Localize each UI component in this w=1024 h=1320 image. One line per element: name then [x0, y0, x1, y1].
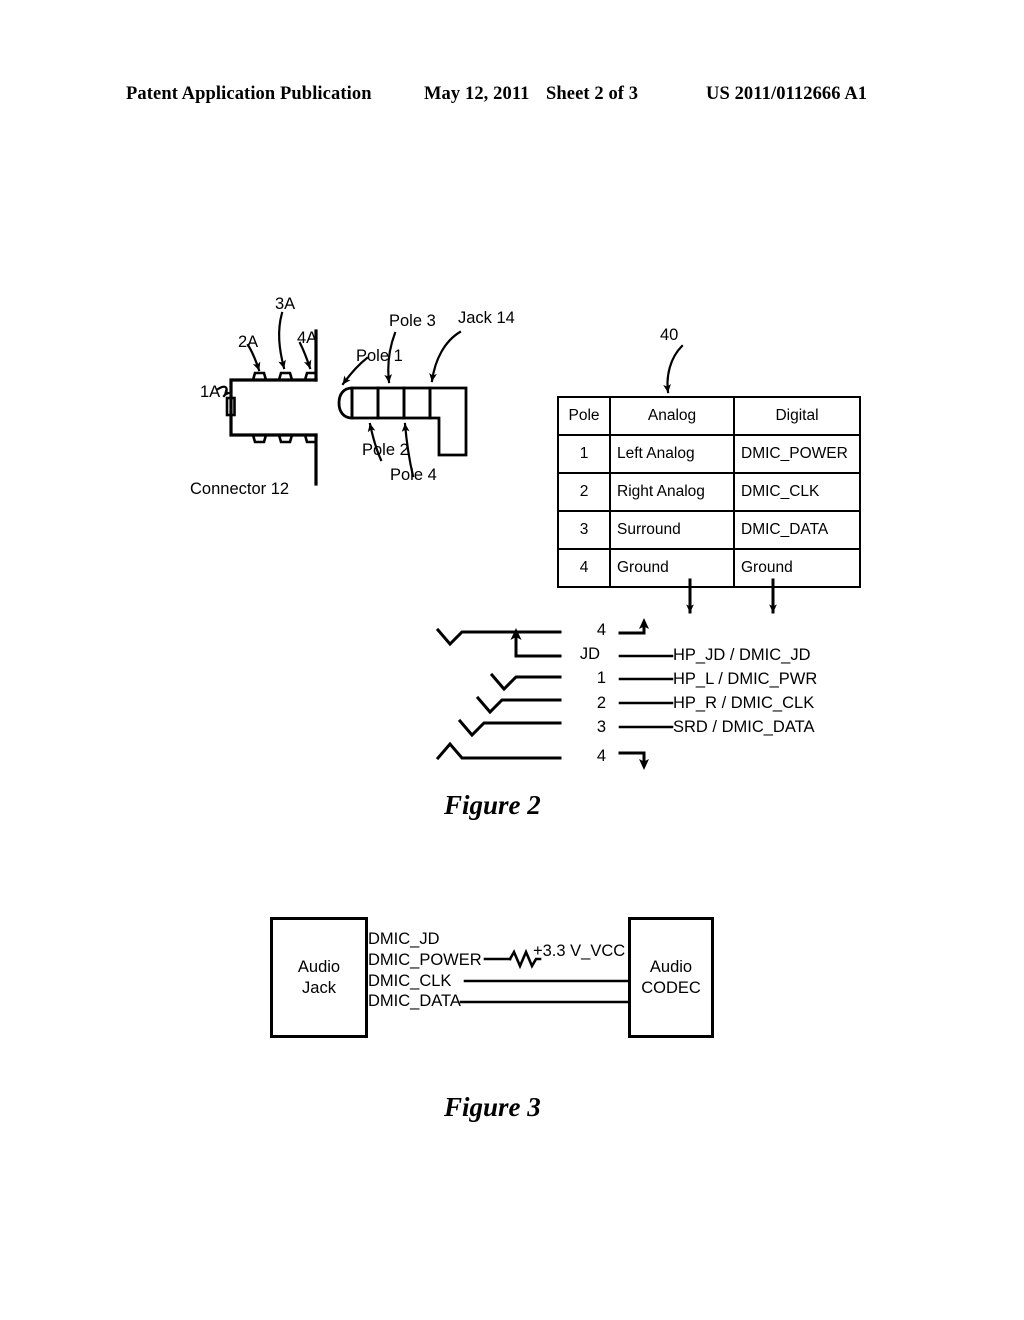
label-pole-1: Pole 1 — [356, 347, 403, 365]
block-audio-jack-line1: Audio — [297, 957, 341, 976]
figure-2-caption: Figure 2 — [444, 790, 541, 820]
header-patent-number: US 2011/0112666 A1 — [706, 84, 868, 104]
leader-3a — [278, 311, 286, 370]
cell-pole: 3 — [557, 510, 611, 550]
cell-digital: DMIC_POWER — [733, 434, 861, 474]
page-header: Patent Application Publication May 12, 2… — [0, 84, 1024, 114]
signal-pin-number: 4 — [596, 621, 606, 639]
label-connector-12: Connector 12 — [190, 480, 290, 498]
label-pole-2: Pole 2 — [362, 441, 409, 459]
header-publication-date: May 12, 2011 — [424, 84, 530, 104]
pin-assignment-table-container: Pole Analog Digital 1 Left Analog DMIC_P… — [557, 396, 861, 588]
label-pole-3: Pole 3 — [389, 312, 436, 330]
signal-pin-number: 4 — [596, 747, 606, 765]
resistor-icon — [508, 948, 542, 970]
leader-table-ref-40 — [663, 344, 684, 394]
figure-3-caption: Figure 3 — [444, 1092, 541, 1122]
header-publication-title: Patent Application Publication — [126, 84, 372, 104]
signal-net-name: HP_JD / DMIC_JD — [673, 646, 811, 664]
spring-contact-2 — [475, 695, 562, 715]
cell-pole: 4 — [557, 548, 611, 588]
column-header-digital: Digital — [733, 396, 861, 436]
cell-analog: Surround — [609, 510, 735, 550]
label-jack-14: Jack 14 — [458, 309, 515, 327]
header-sheet-number: Sheet 2 of 3 — [546, 84, 639, 104]
cell-analog: Right Analog — [609, 472, 735, 512]
label-contact-2a: 2A — [238, 333, 259, 351]
spring-contact-top — [435, 627, 562, 647]
column-header-analog: Analog — [609, 396, 735, 436]
cell-pole: 1 — [557, 434, 611, 474]
spring-contact-bottom — [435, 741, 562, 761]
block-audio-jack-line2: Jack — [302, 978, 336, 997]
pin-assignment-table: Pole Analog Digital 1 Left Analog DMIC_P… — [557, 396, 861, 588]
label-contact-4a: 4A — [297, 329, 318, 347]
spring-contact-3 — [457, 718, 562, 738]
signal-net-name: HP_L / DMIC_PWR — [673, 670, 818, 688]
cell-analog: Left Analog — [609, 434, 735, 474]
signal-net-name: SRD / DMIC_DATA — [673, 718, 815, 736]
spring-contact-1 — [489, 672, 562, 692]
signal-pin-number: 1 — [596, 669, 606, 687]
label-contact-1a: 1A — [200, 383, 221, 401]
connector-body — [229, 329, 318, 486]
signal-pin-number: JD — [579, 645, 600, 663]
table-header-row: Pole Analog Digital — [557, 396, 861, 436]
cell-pole: 2 — [557, 472, 611, 512]
table-row: 1 Left Analog DMIC_POWER — [557, 434, 861, 474]
table-row: 3 Surround DMIC_DATA — [557, 510, 861, 550]
table-row: 2 Right Analog DMIC_CLK — [557, 472, 861, 512]
label-contact-3a: 3A — [275, 295, 296, 313]
block-audio-jack: Audio Jack — [270, 917, 368, 1038]
cell-digital: DMIC_DATA — [733, 510, 861, 550]
figure-3-wiring — [459, 948, 630, 1004]
column-header-pole: Pole — [557, 396, 611, 436]
signal-net-name: HP_R / DMIC_CLK — [673, 694, 815, 712]
leader-jack-14 — [429, 330, 462, 383]
block-audio-jack-label: Audio Jack — [298, 957, 340, 998]
signal-pin-number: 3 — [596, 718, 606, 736]
signal-pin-number: 2 — [596, 694, 606, 712]
label-pole-4: Pole 4 — [390, 466, 437, 484]
cell-digital: DMIC_CLK — [733, 472, 861, 512]
